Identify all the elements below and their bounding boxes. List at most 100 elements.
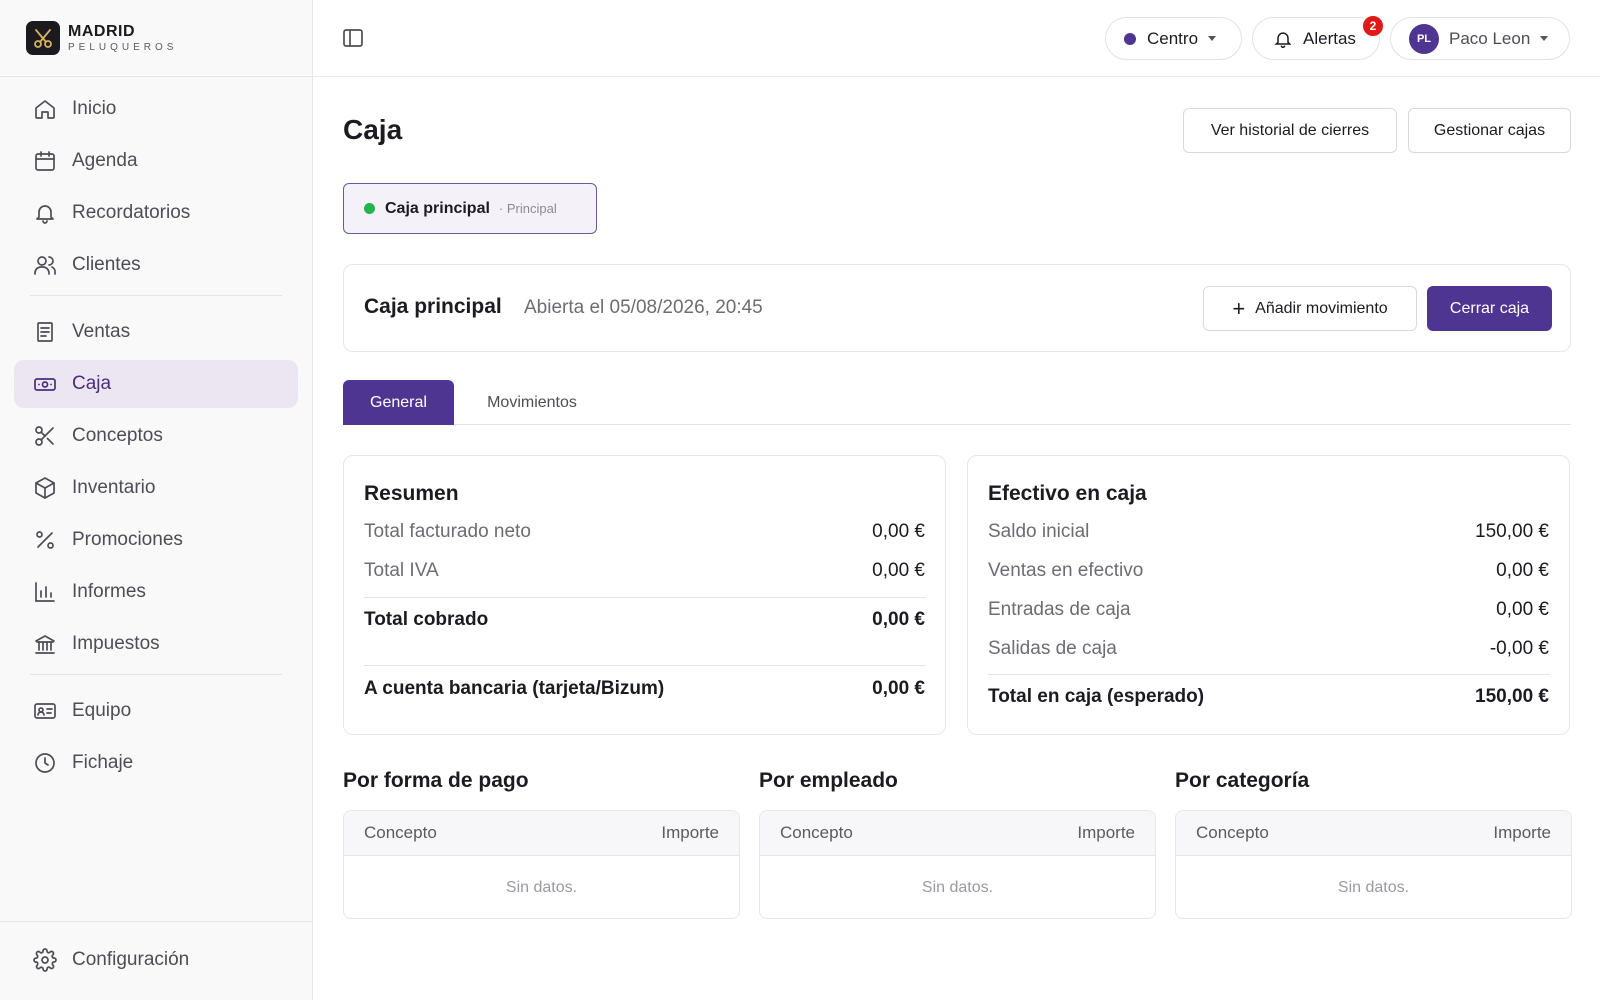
avatar: PL xyxy=(1409,23,1439,54)
sidebar-footer: Configuración xyxy=(0,921,312,1000)
add-movement-label: Añadir movimiento xyxy=(1255,299,1388,317)
register-selector-chip[interactable]: Caja principal · Principal xyxy=(343,183,597,234)
row-value: 0,00 € xyxy=(1496,560,1549,581)
row-value: -0,00 € xyxy=(1489,638,1549,659)
column-header-importe: Importe xyxy=(1077,823,1135,842)
row-label: Total cobrado xyxy=(364,609,489,630)
row-label: A cuenta bancaria (tarjeta/Bizum) xyxy=(364,678,665,699)
open-status-dot-icon xyxy=(364,203,375,214)
user-menu[interactable]: PL Paco Leon xyxy=(1390,17,1570,60)
cash-row: Salidas de caja -0,00 € xyxy=(988,638,1549,660)
sidebar-item-label: Caja xyxy=(72,373,112,394)
cash-title: Efectivo en caja xyxy=(988,482,1147,505)
chevron-down-icon xyxy=(1208,36,1217,41)
sidebar-item-caja[interactable]: Caja xyxy=(14,360,298,408)
column-header-importe: Importe xyxy=(1493,823,1551,842)
summary-row: Total facturado neto 0,00 € xyxy=(364,521,925,543)
sidebar-item-label: Promociones xyxy=(72,529,183,550)
row-value: 0,00 € xyxy=(872,678,925,699)
chevron-down-icon xyxy=(1540,36,1549,41)
alerts-label: Alertas xyxy=(1303,28,1356,48)
row-value: 0,00 € xyxy=(872,560,925,581)
sidebar-toggle-icon[interactable] xyxy=(341,26,367,52)
receipt-icon xyxy=(32,319,58,345)
manage-registers-button[interactable]: Gestionar cajas xyxy=(1408,108,1571,153)
table-header: Concepto Importe xyxy=(760,811,1155,856)
row-label: Salidas de caja xyxy=(988,638,1117,659)
sidebar-item-agenda[interactable]: Agenda xyxy=(14,137,298,185)
users-icon xyxy=(32,252,58,278)
sidebar-item-informes[interactable]: Informes xyxy=(14,568,298,616)
row-label: Total en caja (esperado) xyxy=(988,686,1205,707)
sidebar-item-ventas[interactable]: Ventas xyxy=(14,308,298,356)
sidebar-item-label: Ventas xyxy=(72,321,131,342)
bank-icon xyxy=(32,631,58,657)
sidebar-item-configuracion[interactable]: Configuración xyxy=(14,936,298,984)
empty-state: Sin datos. xyxy=(921,878,994,896)
sidebar-item-inventario[interactable]: Inventario xyxy=(14,464,298,512)
summary-row-total: Total cobrado 0,00 € xyxy=(364,609,925,631)
sidebar: MADRID PELUQUEROS Inicio Agenda Recordat… xyxy=(0,0,313,1000)
brand[interactable]: MADRID PELUQUEROS xyxy=(0,0,312,77)
bell-icon xyxy=(32,200,58,226)
cash-row: Saldo inicial 150,00 € xyxy=(988,521,1549,543)
register-status: Abierta el 05/08/2026, 20:45 xyxy=(524,297,763,318)
history-button[interactable]: Ver historial de cierres xyxy=(1183,108,1397,153)
sidebar-item-recordatorios[interactable]: Recordatorios xyxy=(14,189,298,237)
sidebar-item-equipo[interactable]: Equipo xyxy=(14,687,298,735)
tab-movimientos[interactable]: Movimientos xyxy=(463,380,601,425)
id-card-icon xyxy=(32,698,58,724)
cash-card: Efectivo en caja Saldo inicial 150,00 € … xyxy=(967,455,1570,735)
topbar: Centro Alertas 2 PL Paco Leon xyxy=(313,0,1600,77)
sidebar-item-conceptos[interactable]: Conceptos xyxy=(14,412,298,460)
sidebar-item-label: Configuración xyxy=(72,949,190,970)
sidebar-item-label: Inicio xyxy=(72,98,117,119)
sidebar-item-label: Agenda xyxy=(72,150,138,171)
sidebar-item-label: Informes xyxy=(72,581,146,602)
sidebar-nav: Inicio Agenda Recordatorios Clientes Ven… xyxy=(0,77,312,787)
register-header: Caja principal Abierta el 05/08/2026, 20… xyxy=(343,264,1571,352)
row-label: Saldo inicial xyxy=(988,521,1090,542)
home-icon xyxy=(32,96,58,122)
row-label: Entradas de caja xyxy=(988,599,1131,620)
sidebar-item-promociones[interactable]: Promociones xyxy=(14,516,298,564)
table-header: Concepto Importe xyxy=(1176,811,1571,856)
close-register-button[interactable]: Cerrar caja xyxy=(1427,286,1552,331)
employee-title: Por empleado xyxy=(759,769,898,792)
column-header-concepto: Concepto xyxy=(780,823,853,842)
plus-icon: + xyxy=(1232,295,1246,321)
row-label: Total facturado neto xyxy=(364,521,531,542)
page-title: Caja xyxy=(343,114,403,145)
nav-divider xyxy=(30,295,282,296)
register-chip-name: Caja principal xyxy=(385,199,490,217)
empty-state: Sin datos. xyxy=(1337,878,1410,896)
location-dot-icon xyxy=(1124,32,1136,45)
sidebar-item-inicio[interactable]: Inicio xyxy=(14,85,298,133)
row-value: 0,00 € xyxy=(1496,599,1549,620)
divider xyxy=(364,597,925,598)
sidebar-item-clientes[interactable]: Clientes xyxy=(14,241,298,289)
register-chip-type: · Principal xyxy=(498,201,557,216)
sidebar-item-label: Equipo xyxy=(72,700,132,721)
register-title: Caja principal xyxy=(364,295,502,318)
tab-general[interactable]: General xyxy=(343,380,454,425)
row-label: Total IVA xyxy=(364,560,439,581)
row-label: Ventas en efectivo xyxy=(988,560,1144,581)
box-icon xyxy=(32,475,58,501)
sidebar-item-impuestos[interactable]: Impuestos xyxy=(14,620,298,668)
category-title: Por categoría xyxy=(1175,769,1310,792)
sidebar-item-fichaje[interactable]: Fichaje xyxy=(14,739,298,787)
divider xyxy=(364,665,925,666)
bell-icon xyxy=(1273,29,1293,49)
banknote-icon xyxy=(32,371,58,397)
sidebar-item-label: Clientes xyxy=(72,254,141,275)
cash-row-total: Total en caja (esperado) 150,00 € xyxy=(988,686,1549,708)
sidebar-item-label: Conceptos xyxy=(72,425,163,446)
alerts-button[interactable]: Alertas 2 xyxy=(1252,14,1385,60)
sidebar-item-label: Inventario xyxy=(72,477,156,498)
add-movement-button[interactable]: + Añadir movimiento xyxy=(1203,286,1417,331)
cash-row: Ventas en efectivo 0,00 € xyxy=(988,560,1549,582)
divider xyxy=(988,674,1549,675)
location-selector[interactable]: Centro xyxy=(1105,17,1242,60)
column-header-concepto: Concepto xyxy=(364,823,437,842)
